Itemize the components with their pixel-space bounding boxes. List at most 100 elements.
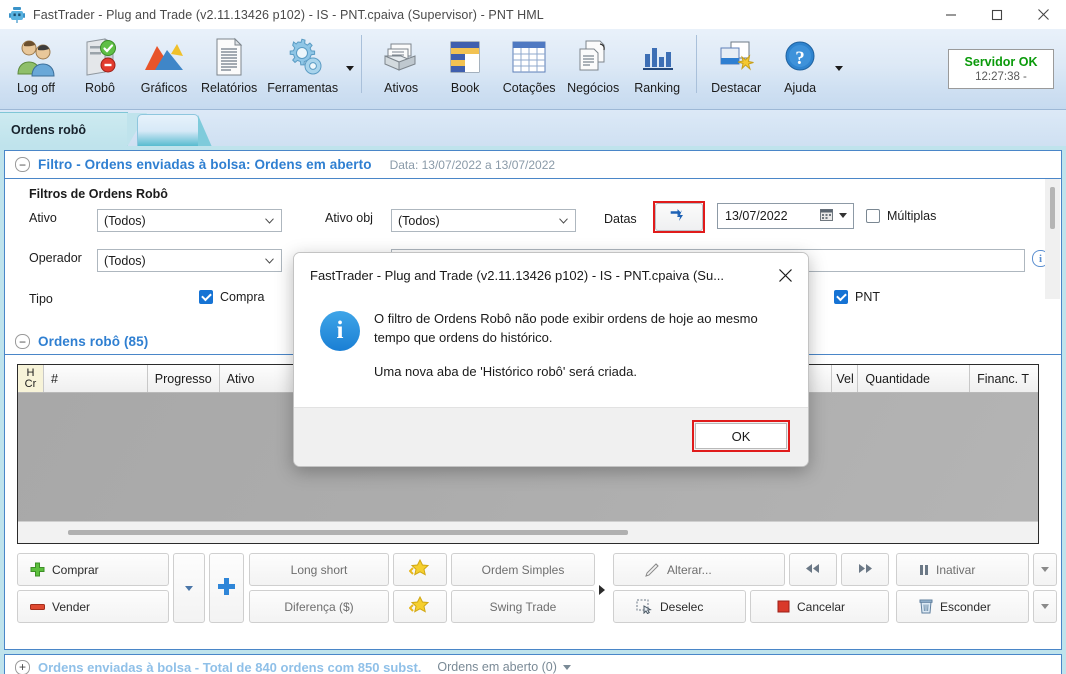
mountain-chart-icon (141, 34, 187, 80)
long-short-star-button[interactable] (393, 553, 447, 586)
multiplas-checkbox-row[interactable]: Múltiplas (866, 209, 936, 223)
ribbon-button-destacar[interactable]: Destacar (704, 31, 768, 108)
new-tab-icon[interactable] (137, 114, 212, 147)
question-help-icon: ? (781, 34, 819, 80)
ativo-obj-select[interactable]: (Todos) (391, 209, 576, 232)
chevron-down-icon[interactable] (562, 664, 571, 670)
inativar-button[interactable]: Inativar (896, 553, 1029, 586)
operador-select[interactable]: (Todos) (97, 249, 282, 272)
ribbon-label: Ajuda (784, 81, 817, 95)
chevron-down-icon[interactable] (835, 66, 844, 71)
alterar-label: Alterar... (667, 562, 712, 577)
footer-status: Ordens em aberto (0) (437, 660, 557, 674)
grid-col-progresso[interactable]: Progresso (148, 365, 220, 392)
scrollbar-thumb[interactable] (1050, 187, 1055, 229)
more-arrow-icon[interactable] (597, 551, 607, 629)
compra-checkbox[interactable] (199, 290, 213, 304)
alterar-button[interactable]: Alterar... (613, 553, 785, 586)
ribbon-button-cotacoes[interactable]: Cotações (497, 31, 561, 108)
grid-col-financ[interactable]: Financ. T (970, 365, 1038, 392)
ribbon-button-ferramentas[interactable]: Ferramentas (262, 31, 343, 108)
esconder-dropdown-button[interactable] (1033, 590, 1057, 623)
diferenca-star-button[interactable] (393, 590, 447, 623)
comprar-label: Comprar (52, 562, 99, 577)
fast-forward-icon (857, 563, 873, 577)
deselec-button[interactable]: Deselec (613, 590, 746, 623)
vender-label: Vender (52, 599, 91, 614)
grid-col-num[interactable]: # (44, 365, 148, 392)
ribbon-button-ranking[interactable]: Ranking (625, 31, 689, 108)
gears-icon (281, 34, 325, 80)
collapse-filter-icon[interactable]: − (15, 157, 30, 172)
trash-icon (919, 599, 933, 614)
grid-col-hcr[interactable]: H Cr (18, 365, 44, 392)
ribbon-button-robo[interactable]: Robô (68, 31, 132, 108)
maximize-icon[interactable] (974, 0, 1020, 29)
filter-date-range: Data: 13/07/2022 a 13/07/2022 (389, 157, 556, 172)
dialog-message-1: O filtro de Ordens Robô não pode exibir … (374, 311, 758, 345)
date-input[interactable]: 13/07/2022 (717, 203, 854, 229)
ribbon-button-ajuda[interactable]: ? Ajuda (768, 31, 832, 108)
chevron-down-icon[interactable] (839, 213, 847, 218)
red-minus-icon (30, 602, 45, 612)
ribbon-button-book[interactable]: Book (433, 31, 497, 108)
ribbon-button-relatorios[interactable]: Relatórios (196, 31, 262, 108)
ribbon-button-graficos[interactable]: Gráficos (132, 31, 196, 108)
close-icon[interactable] (1020, 0, 1066, 29)
ribbon-button-ativos[interactable]: Ativos (369, 31, 433, 108)
expand-sent-orders-icon[interactable]: + (15, 659, 30, 674)
pnt-checkbox[interactable] (834, 290, 848, 304)
title-bar: FastTrader - Plug and Trade (v2.11.13426… (0, 0, 1066, 29)
vender-button[interactable]: Vender (17, 590, 169, 623)
window-controls (928, 0, 1066, 29)
footer-bar[interactable]: + Ordens enviadas à bolsa - Total de 840… (4, 654, 1062, 674)
calendar-icon[interactable] (820, 208, 833, 224)
filter-vertical-scrollbar[interactable] (1045, 179, 1060, 299)
minimize-icon[interactable] (928, 0, 974, 29)
scrollbar-thumb[interactable] (68, 530, 628, 535)
ribbon-button-negocios[interactable]: Negócios (561, 31, 625, 108)
ribbon-label: Ferramentas (267, 81, 339, 95)
tab-ordens-robo[interactable]: Ordens robô (0, 112, 147, 147)
svg-text:?: ? (795, 48, 805, 69)
cancelar-button[interactable]: Cancelar (750, 590, 889, 623)
prev-button[interactable] (789, 553, 837, 586)
green-plus-icon (30, 562, 45, 577)
windows-detach-icon (715, 34, 757, 80)
orders-action-toolbar: Comprar Vender Long short Diferença ($) … (17, 551, 1057, 629)
diferenca-button[interactable]: Diferença ($) (249, 590, 389, 623)
comprar-button[interactable]: Comprar (17, 553, 169, 586)
chevron-down-icon[interactable] (346, 66, 355, 71)
buy-sell-dropdown-button[interactable] (173, 553, 205, 623)
ribbon-label: Log off (16, 81, 55, 95)
multiplas-checkbox[interactable] (866, 209, 880, 223)
add-order-button[interactable] (209, 553, 244, 623)
chevron-down-icon (1041, 567, 1049, 572)
compra-checkbox-row[interactable]: Compra (199, 290, 264, 304)
esconder-button[interactable]: Esconder (896, 590, 1029, 623)
ribbon-label: Relatórios (201, 81, 258, 95)
operador-value: (Todos) (104, 253, 146, 268)
users-icon (14, 34, 58, 80)
ativo-select[interactable]: (Todos) (97, 209, 282, 232)
filter-section-header[interactable]: − Filtro - Ordens enviadas à bolsa: Orde… (5, 151, 1061, 179)
collapse-orders-icon[interactable]: − (15, 334, 30, 349)
rewind-icon (805, 563, 821, 577)
inativar-label: Inativar (936, 562, 976, 577)
ativo-obj-value: (Todos) (398, 213, 440, 228)
grid-col-quantidade[interactable]: Quantidade (858, 365, 971, 392)
chevron-down-icon (265, 257, 274, 264)
next-button[interactable] (841, 553, 889, 586)
grid-horizontal-scrollbar[interactable] (18, 521, 1038, 543)
grid-col-vel[interactable]: Vel (832, 365, 859, 392)
inativar-dropdown-button[interactable] (1033, 553, 1057, 586)
long-short-button[interactable]: Long short (249, 553, 389, 586)
dates-button-highlight (653, 201, 705, 233)
pnt-checkbox-row[interactable]: PNT (834, 290, 880, 304)
ordem-simples-button[interactable]: Ordem Simples (451, 553, 595, 586)
close-icon[interactable] (762, 253, 808, 297)
compra-label: Compra (220, 290, 265, 304)
swing-trade-button[interactable]: Swing Trade (451, 590, 595, 623)
ok-button[interactable]: OK (695, 423, 787, 449)
ribbon-button-logoff[interactable]: Log off (4, 31, 68, 108)
